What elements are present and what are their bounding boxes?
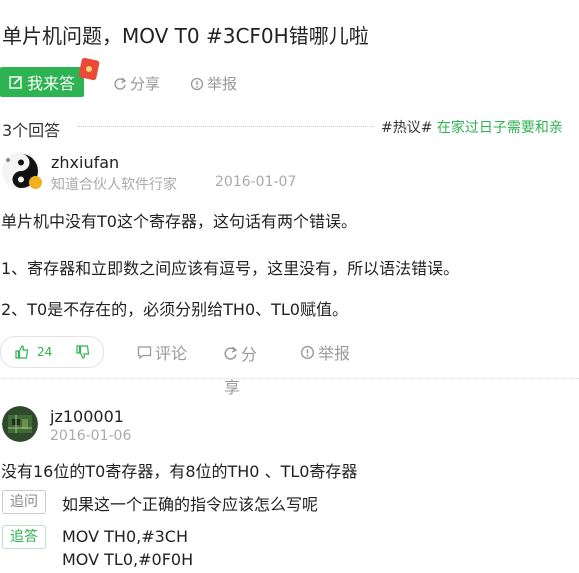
share-label: 分享: [130, 75, 161, 93]
report-label: 举报: [207, 75, 238, 93]
answer2-date: 2016-01-06: [50, 428, 132, 444]
like-count: 24: [37, 345, 53, 359]
answer1-share-button[interactable]: 分: [223, 341, 257, 365]
followup-text: 如果这一个正确的指令应该怎么写呢: [62, 495, 319, 514]
comment-label: 评论: [155, 344, 188, 363]
answer-divider: [0, 378, 579, 379]
reply-line: MOV TL0,#0F0H: [62, 550, 194, 569]
answer1-subtitle: 知道合伙人软件行家: [51, 177, 177, 193]
thumbs-up-icon: [15, 345, 29, 359]
answer1-paragraph: 1、寄存器和立即数之间应该有逗号，这里没有，所以语法错误。: [1, 259, 460, 278]
dislike-button[interactable]: [76, 345, 90, 359]
share-button[interactable]: 分享: [113, 73, 160, 94]
share-icon: [224, 346, 238, 360]
question-title: 单片机问题，MOV T0 #3CF0H错哪儿啦: [2, 24, 369, 48]
share-label-line1: 分: [241, 345, 258, 364]
report-icon: [300, 345, 315, 359]
report-icon: [190, 77, 204, 90]
followup-tag: 追问: [2, 490, 46, 514]
thumbs-down-icon: [76, 345, 90, 359]
answer-button-label: 我来答: [26, 74, 75, 93]
avatar[interactable]: [2, 406, 38, 442]
comment-icon: [137, 345, 152, 359]
topic-tag: #热议#: [381, 120, 433, 136]
answer1-username[interactable]: zhxiufan: [51, 153, 119, 172]
answer2-body: 没有16位的T0寄存器，有8位的TH0 、TL0寄存器: [1, 462, 358, 481]
like-button[interactable]: 24: [15, 345, 52, 359]
answer1-paragraph: 2、T0是不存在的，必须分别给TH0、TL0赋值。: [1, 300, 348, 319]
reply-line: MOV TH0,#3CH: [62, 527, 189, 546]
report-label: 举报: [318, 344, 351, 363]
report-button[interactable]: 举报: [190, 73, 237, 94]
hot-topic[interactable]: #热议# 在家过日子需要和亲: [381, 117, 563, 137]
answer2-username[interactable]: jz100001: [50, 407, 124, 426]
answer1-date: 2016-01-07: [215, 174, 297, 190]
verified-badge-icon: [29, 176, 42, 189]
answer1-paragraph: 单片机中没有T0这个寄存器，这句话有两个错误。: [1, 212, 357, 231]
answer-button[interactable]: 我来答: [0, 67, 84, 97]
red-packet-icon[interactable]: [78, 57, 100, 81]
edit-icon: [9, 76, 22, 89]
reply-tag: 追答: [2, 525, 46, 549]
divider: [78, 126, 374, 127]
comment-button[interactable]: 评论: [137, 340, 187, 364]
vote-control: 24: [0, 336, 104, 368]
share-icon: [114, 77, 127, 90]
topic-text: 在家过日子需要和亲: [436, 120, 563, 136]
answer1-report-button[interactable]: 举报: [300, 340, 350, 364]
answer-count: 3个回答: [2, 121, 61, 140]
